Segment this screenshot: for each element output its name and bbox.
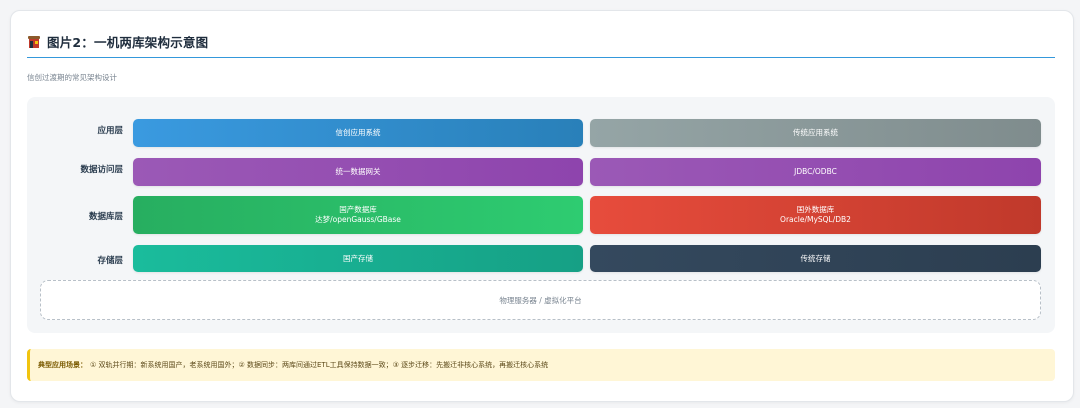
foreign-db-title: 国外数据库 bbox=[796, 205, 835, 214]
domestic-db-products: 达梦/openGauss/GBase bbox=[315, 215, 401, 224]
domestic-db-box: 国产数据库 达梦/openGauss/GBase bbox=[133, 196, 583, 234]
layer-label-database: 数据库层 bbox=[88, 212, 123, 222]
scenario-text: ① 双轨并行期：新系统用国产，老系统用国外；② 数据同步：两库间通过ETL工具保… bbox=[90, 361, 549, 369]
scenario-label: 典型应用场景： bbox=[38, 361, 87, 369]
unified-gateway-box: 统一数据网关 bbox=[133, 158, 583, 186]
traditional-app-label: 传统应用系统 bbox=[793, 128, 838, 137]
domestic-storage-label: 国产存储 bbox=[343, 253, 373, 263]
xinchuang-app-box: 信创应用系统 bbox=[133, 119, 583, 147]
platform-box: 物理服务器 / 虚拟化平台 bbox=[40, 280, 1041, 320]
layer-label-storage: 存储层 bbox=[97, 256, 123, 266]
figure-title-row: 图片2：一机两库架构示意图 bbox=[27, 33, 209, 50]
unified-gateway-label: 统一数据网关 bbox=[335, 167, 381, 176]
database-building-icon bbox=[27, 34, 41, 48]
figure-card: 图片2：一机两库架构示意图 信创过渡期的常见架构设计 应用层 信创应用系统 传统… bbox=[10, 10, 1074, 402]
foreign-db-products: Oracle/MySQL/DB2 bbox=[780, 215, 851, 224]
jdbc-odbc-label: JDBC/ODBC bbox=[794, 167, 837, 176]
figure-subtitle: 信创过渡期的常见架构设计 bbox=[27, 73, 117, 82]
domestic-db-title: 国产数据库 bbox=[339, 205, 377, 214]
layer-label-data-access: 数据访问层 bbox=[80, 165, 123, 175]
traditional-storage-label: 传统存储 bbox=[800, 253, 831, 263]
layer-label-application: 应用层 bbox=[97, 126, 123, 136]
architecture-diagram: 应用层 信创应用系统 传统应用系统 数据访问层 统一数据网关 JDBC/ODBC… bbox=[27, 97, 1055, 333]
domestic-storage-box: 国产存储 bbox=[133, 245, 583, 272]
traditional-app-box: 传统应用系统 bbox=[590, 119, 1041, 147]
scenario-note: 典型应用场景： ① 双轨并行期：新系统用国产，老系统用国外；② 数据同步：两库间… bbox=[27, 349, 1055, 381]
platform-label: 物理服务器 / 虚拟化平台 bbox=[499, 295, 582, 305]
page-title: 图片2：一机两库架构示意图 bbox=[47, 34, 209, 50]
foreign-db-box: 国外数据库 Oracle/MySQL/DB2 bbox=[590, 196, 1041, 234]
xinchuang-app-label: 信创应用系统 bbox=[335, 128, 381, 137]
title-divider bbox=[27, 57, 1055, 58]
jdbc-odbc-box: JDBC/ODBC bbox=[590, 158, 1041, 186]
traditional-storage-box: 传统存储 bbox=[590, 245, 1041, 272]
